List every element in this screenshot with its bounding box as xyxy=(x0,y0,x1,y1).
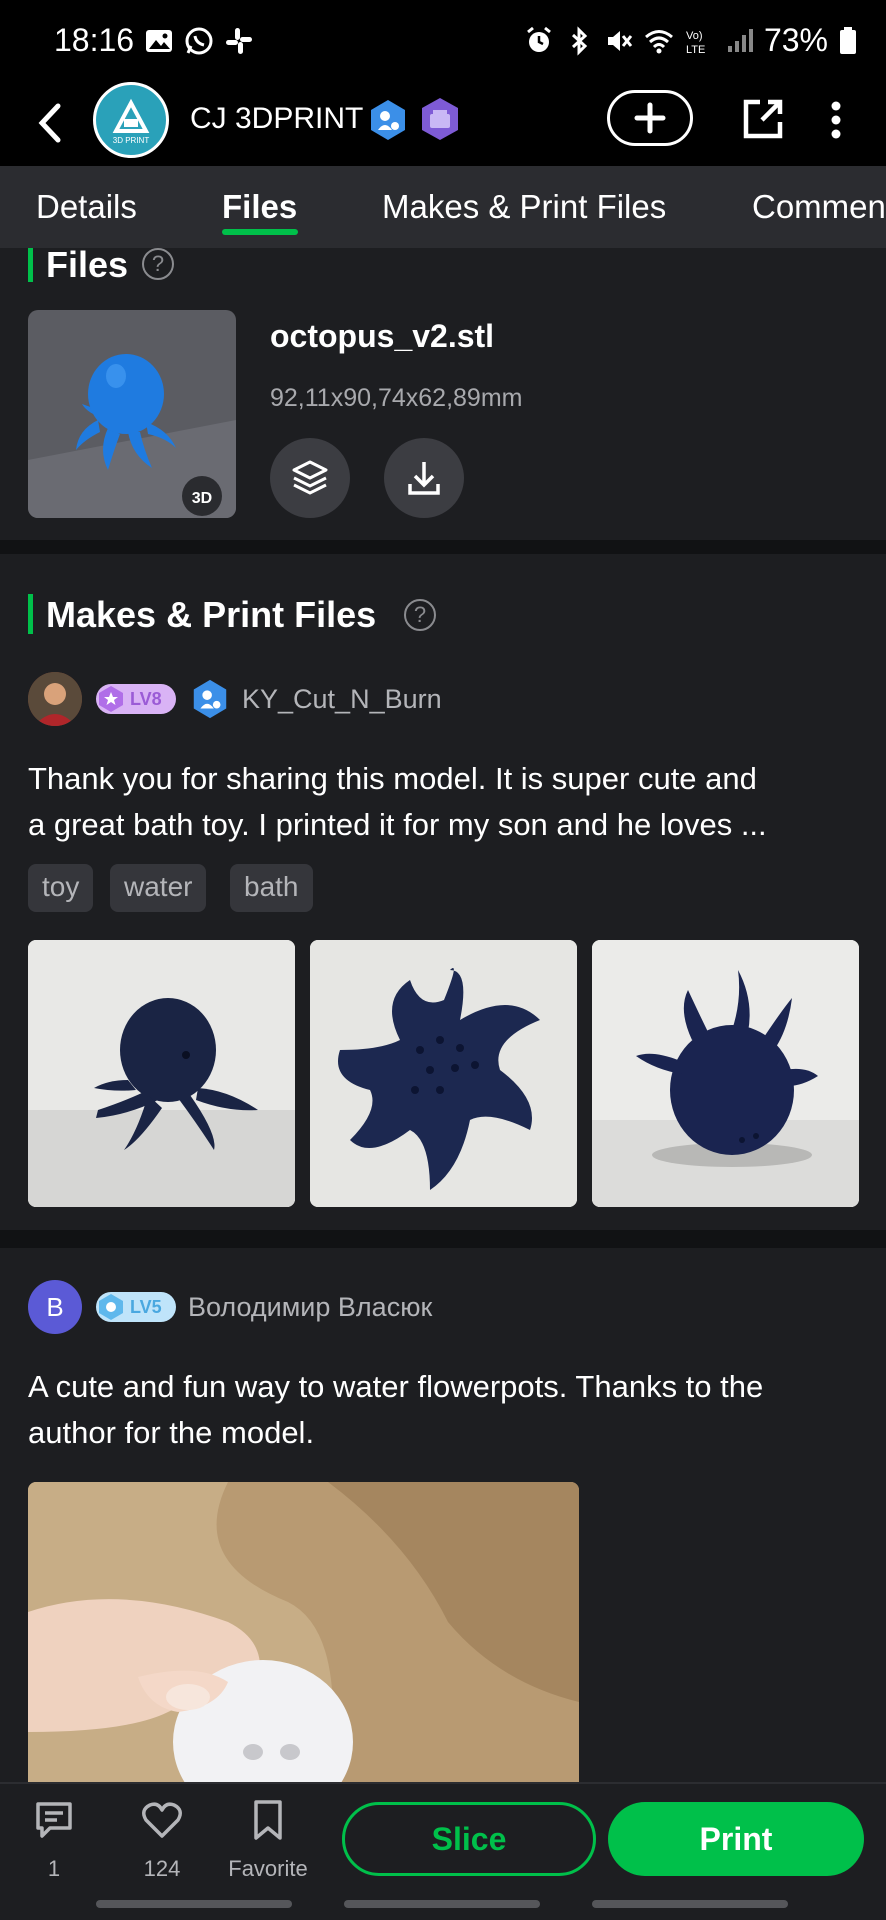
section-divider xyxy=(0,1230,886,1248)
top-app-bar: 3D PRINT CJ 3DPRINT xyxy=(0,80,886,166)
layers-icon xyxy=(292,460,328,495)
tab-comments[interactable]: Commen xyxy=(752,188,886,226)
tab-files[interactable]: Files xyxy=(222,188,297,226)
more-options-icon[interactable] xyxy=(820,96,852,144)
make-photo[interactable] xyxy=(310,940,577,1207)
tag-chip[interactable]: bath xyxy=(230,864,313,912)
tag-chip[interactable]: water xyxy=(110,864,207,912)
level-badge: LV5 xyxy=(96,1292,176,1322)
section-divider xyxy=(0,540,886,554)
makes-section-title: Makes & Print Files xyxy=(46,594,377,635)
signal-icon xyxy=(727,28,753,52)
help-icon[interactable]: ? xyxy=(404,599,436,631)
svg-text:Vo): Vo) xyxy=(686,30,703,42)
nav-gesture-bar xyxy=(344,1900,540,1908)
share-icon[interactable] xyxy=(740,96,786,142)
make-photo[interactable] xyxy=(28,1482,579,1782)
bottom-action-bar: 1 124 Favorite Slice Print xyxy=(0,1782,886,1920)
bluetooth-icon xyxy=(571,25,588,56)
plus-icon xyxy=(634,102,666,134)
make-photo[interactable] xyxy=(28,940,295,1207)
make-photo[interactable] xyxy=(592,940,859,1207)
post-text[interactable]: Thank you for sharing this model. It is … xyxy=(28,756,858,848)
slack-icon xyxy=(226,28,252,54)
white-octopus-photo xyxy=(28,1482,579,1782)
octopus-print-photo xyxy=(592,940,859,1207)
file-name[interactable]: octopus_v2.stl xyxy=(270,318,494,355)
user-photo xyxy=(28,672,82,726)
avatar[interactable]: B xyxy=(28,1280,82,1334)
tab-makes-print-files[interactable]: Makes & Print Files xyxy=(382,188,666,226)
channel-name[interactable]: CJ 3DPRINT xyxy=(190,102,363,136)
octopus-print-photo xyxy=(310,940,577,1207)
download-icon xyxy=(408,462,440,495)
alarm-icon xyxy=(527,26,551,52)
verified-creator-badge-icon xyxy=(371,100,405,140)
files-section-title: Files xyxy=(46,244,129,285)
svg-text:LTE: LTE xyxy=(686,44,705,56)
file-dimensions: 92,11x90,74x62,89mm xyxy=(270,384,523,412)
svg-text:3D: 3D xyxy=(192,490,212,507)
layers-button[interactable] xyxy=(270,438,350,518)
whatsapp-icon xyxy=(185,27,213,55)
status-time: 18:16 xyxy=(54,22,135,58)
tab-bar: Details Files Makes & Print Files Commen xyxy=(0,166,886,248)
section-accent-bar xyxy=(28,594,33,634)
status-bar: 18:16 Vo) LTE 73% xyxy=(0,0,886,80)
level-star-icon xyxy=(99,686,123,712)
nav-gesture-bar xyxy=(592,1900,788,1908)
volte-icon: Vo) LTE xyxy=(686,30,705,56)
slice-button[interactable]: Slice xyxy=(342,1802,596,1876)
likes-count: 124 xyxy=(143,1856,181,1881)
comments-count: 1 xyxy=(47,1856,61,1881)
anniversary-badge-icon xyxy=(422,98,458,140)
battery-percent: 73% xyxy=(763,22,828,58)
section-accent-bar xyxy=(28,248,33,282)
level-badge: LV8 xyxy=(96,684,176,714)
channel-logo-icon: 3D PRINT xyxy=(112,98,150,145)
octopus-print-photo xyxy=(28,940,295,1207)
mute-icon xyxy=(607,30,633,51)
bookmark-icon xyxy=(254,1800,282,1840)
octopus-model-preview: 3D xyxy=(28,354,236,518)
verified-creator-badge-icon xyxy=(193,679,227,719)
wifi-icon xyxy=(644,29,673,53)
channel-avatar[interactable]: 3D PRINT xyxy=(93,82,169,158)
tab-details[interactable]: Details xyxy=(36,188,137,226)
tag-chip[interactable]: toy xyxy=(28,864,94,912)
post-text[interactable]: A cute and fun way to water flowerpots. … xyxy=(28,1364,858,1456)
level-gear-icon xyxy=(99,1294,123,1320)
add-button[interactable] xyxy=(607,90,693,146)
back-arrow-icon[interactable] xyxy=(30,98,70,148)
help-icon[interactable]: ? xyxy=(142,248,174,280)
battery-icon xyxy=(840,26,856,54)
post-username[interactable]: KY_Cut_N_Burn xyxy=(242,684,442,715)
favorite-button[interactable]: Favorite xyxy=(228,1798,308,1882)
svg-text:3D PRINT: 3D PRINT xyxy=(113,136,150,145)
avatar[interactable] xyxy=(28,672,82,726)
print-button[interactable]: Print xyxy=(608,1802,864,1876)
active-tab-indicator xyxy=(222,229,298,235)
download-button[interactable] xyxy=(384,438,464,518)
gallery-icon xyxy=(146,30,172,52)
favorite-label: Favorite xyxy=(228,1856,308,1881)
comments-button[interactable]: 1 xyxy=(14,1798,94,1882)
comment-icon xyxy=(36,1802,72,1838)
heart-icon xyxy=(142,1802,182,1838)
like-button[interactable]: 124 xyxy=(122,1798,202,1882)
post-username[interactable]: Володимир Власюк xyxy=(188,1292,432,1323)
file-thumbnail[interactable]: 3D xyxy=(28,310,236,518)
nav-gesture-bar xyxy=(96,1900,292,1908)
